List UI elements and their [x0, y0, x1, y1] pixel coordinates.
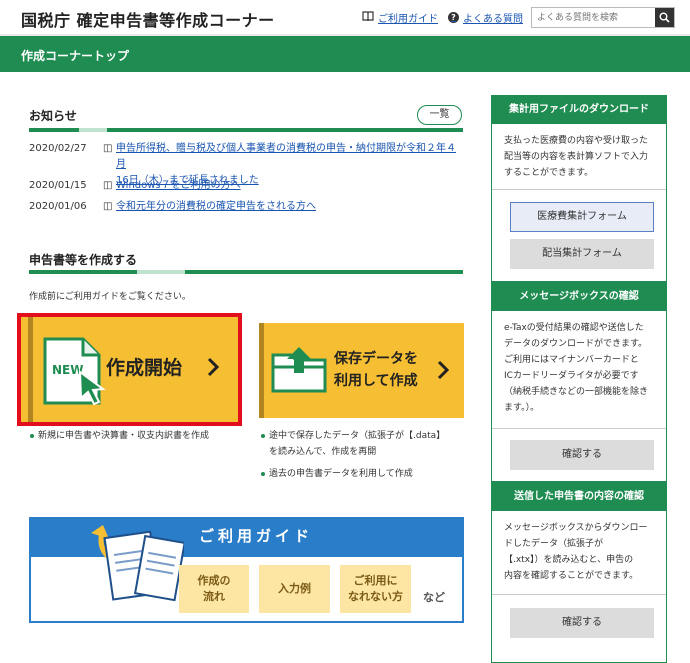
divider: [492, 594, 666, 595]
panel-text-line: 支払った医療費の内容や受け取った: [504, 136, 649, 146]
aggregate-panel-title: 集計用ファイルのダウンロード: [492, 96, 666, 124]
nav-bar: 作成コーナートップ: [0, 34, 690, 72]
nav-bar-title: 作成コーナートップ: [21, 49, 130, 63]
guide-beginner-button[interactable]: ご利用に なれない方: [340, 565, 411, 613]
sent-return-panel: 送信した申告書の内容の確認 メッセージボックスからダウンロー ドしたデータ（拡張…: [491, 482, 667, 663]
start-button[interactable]: NEW 作成開始: [21, 317, 238, 422]
create-title: 申告書等を作成する: [29, 253, 138, 267]
panel-text-line: ご利用にはマイナンバーカードと: [504, 355, 639, 365]
start-button-stripe: [28, 317, 33, 422]
messagebox-panel-title: メッセージボックスの確認: [492, 283, 666, 311]
panel-text-line: 配当等の内容を表計算ソフトで入力: [504, 152, 649, 162]
search-box: [531, 7, 675, 28]
news-title-underline: [29, 128, 463, 132]
news-date: 2020/01/06: [29, 201, 87, 212]
panel-text-line: （納税手続きなどの一部機能を除き: [504, 387, 649, 397]
documents-illustration-icon: [91, 525, 184, 602]
medical-expense-form-button[interactable]: 医療費集計フォーム: [510, 202, 654, 232]
aggregate-download-panel: 集計用ファイルのダウンロード 支払った医療費の内容や受け取った 配当等の内容を表…: [491, 95, 667, 282]
saved-button-line2[interactable]: 利用して作成: [334, 370, 418, 390]
guide-link[interactable]: ご利用ガイド: [362, 10, 438, 25]
faq-link-label[interactable]: よくある質問: [463, 10, 523, 25]
news-item: 2020/01/06 ◫ 令和元年分の消費税の確定申告をされる方へ: [29, 199, 459, 215]
panel-text-line: ます。）。: [504, 403, 540, 413]
saved-bullet-cont: を読み込んで、作成を再開: [269, 447, 377, 457]
guide-etc: など: [423, 591, 445, 604]
guide-banner-title: ご利用ガイド: [199, 527, 314, 545]
saved-bullet: 過去の申告書データを利用して作成: [261, 466, 413, 482]
create-note: 作成前にご利用ガイドをご覧ください。: [29, 292, 191, 302]
chevron-right-icon: [207, 357, 219, 377]
sent-panel-text: メッセージボックスからダウンロー ドしたデータ（拡張子が 【.xtx】）を読み込…: [492, 511, 666, 584]
document-icon: ◫: [103, 201, 113, 212]
panel-text-line: 内容を確認することができます。: [504, 571, 639, 581]
create-title-underline: [29, 270, 463, 274]
panel-text-line: ICカードリーダライタが必要です: [504, 371, 639, 381]
guide-btn-line1: 入力例: [278, 582, 311, 595]
site-title: 国税庁 確定申告書等作成コーナー: [21, 11, 275, 30]
search-button[interactable]: [655, 8, 674, 27]
guide-btn-line2: 流れ: [203, 590, 225, 603]
guide-banner[interactable]: ご利用ガイド 作成の流れ 入力例 ご利用になれない方 など: [29, 517, 464, 623]
sent-confirm-button[interactable]: 確認する: [510, 608, 654, 638]
news-list-button[interactable]: 一覧: [417, 105, 462, 125]
search-icon: [659, 12, 670, 23]
question-icon: ?: [448, 12, 459, 23]
book-icon: [362, 10, 374, 25]
saved-bullet: 途中で保存したデータ（拡張子が【.data】: [260, 428, 445, 444]
divider: [492, 428, 666, 429]
messagebox-panel-text: e-Taxの受付結果の確認や送信した データのダウンロードができます。 ご利用に…: [492, 311, 666, 416]
cursor-icon: [78, 369, 106, 405]
panel-text-line: 【.xtx】）を読み込むと、申告の: [504, 555, 634, 565]
guide-link-label[interactable]: ご利用ガイド: [378, 10, 438, 25]
news-item: 2020/01/15 ◫ Windows７をご利用の方へ: [29, 178, 459, 194]
news-link[interactable]: Windows７をご利用の方へ: [116, 178, 241, 194]
site-header: 国税庁 確定申告書等作成コーナー ご利用ガイド ? よくある質問: [0, 0, 690, 34]
saved-data-button[interactable]: 保存データを 利用して作成: [259, 323, 464, 418]
saved-button-line1[interactable]: 保存データを: [334, 348, 418, 368]
messagebox-panel: メッセージボックスの確認 e-Taxの受付結果の確認や送信した データのダウンロ…: [491, 282, 667, 482]
guide-btn-line1: ご利用に: [353, 574, 398, 587]
news-title: お知らせ: [29, 109, 77, 123]
guide-example-button[interactable]: 入力例: [259, 565, 330, 613]
aggregate-panel-text: 支払った医療費の内容や受け取った 配当等の内容を表計算ソフトで入力 することがで…: [492, 124, 666, 181]
chevron-right-icon: [437, 360, 449, 380]
search-input[interactable]: [532, 8, 655, 27]
panel-text-line: メッセージボックスからダウンロー: [504, 523, 648, 533]
news-date: 2020/01/15: [29, 180, 87, 191]
document-icon: ◫: [103, 180, 113, 191]
folder-upload-icon: [271, 347, 327, 393]
guide-btn-line1: 作成の: [197, 574, 231, 587]
faq-link[interactable]: ? よくある質問: [448, 10, 523, 25]
panel-text-line: ドしたデータ（拡張子が: [504, 539, 604, 549]
start-bullet: 新規に申告書や決算書・収支内訳書を作成: [29, 428, 209, 444]
news-link-line1[interactable]: 申告所得税、贈与税及び個人事業者の消費税の申告・納付期限が令和２年４月: [116, 143, 456, 170]
panel-text-line: することができます。: [504, 168, 594, 178]
dividend-form-button[interactable]: 配当集計フォーム: [510, 239, 654, 269]
panel-text-line: e-Taxの受付結果の確認や送信した: [504, 323, 644, 333]
guide-flow-button[interactable]: 作成の 流れ: [179, 565, 249, 613]
sent-panel-title: 送信した申告書の内容の確認: [492, 483, 666, 511]
divider: [492, 189, 666, 190]
saved-button-stripe: [259, 323, 264, 418]
start-button-label[interactable]: 作成開始: [106, 353, 182, 380]
panel-text-line: データのダウンロードができます。: [504, 339, 648, 349]
news-link[interactable]: 令和元年分の消費税の確定申告をされる方へ: [116, 199, 316, 215]
guide-btn-line2: なれない方: [348, 590, 403, 603]
messagebox-confirm-button[interactable]: 確認する: [510, 440, 654, 470]
